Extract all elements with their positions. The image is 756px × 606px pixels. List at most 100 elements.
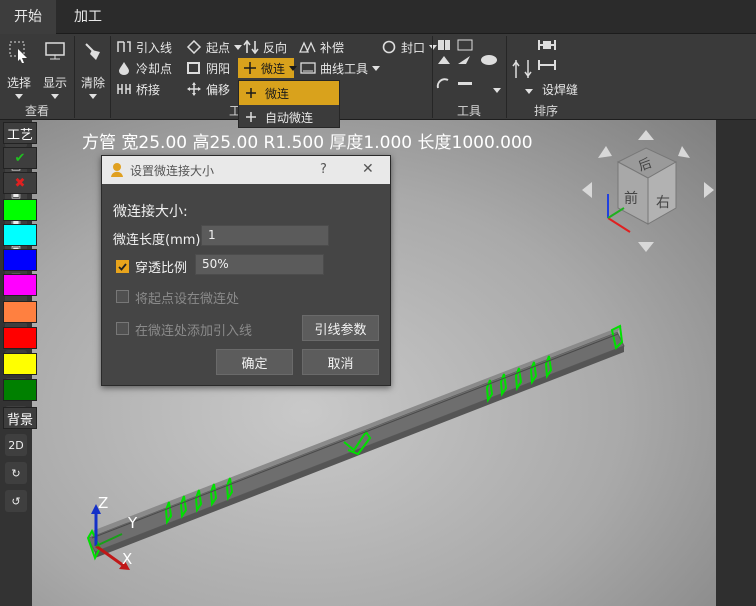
dialog-heading: 微连接大小: bbox=[113, 204, 188, 220]
menu-item-label: 微连 bbox=[265, 86, 290, 101]
menu-item-auto-micro-joint[interactable]: 自动微连 bbox=[239, 105, 339, 129]
bridge-label: 桥接 bbox=[136, 82, 161, 97]
close-icon[interactable]: ✖ bbox=[3, 172, 37, 194]
tab-start[interactable]: 开始 bbox=[0, 0, 56, 34]
axis-x-label: X bbox=[122, 550, 133, 568]
seal-button[interactable]: 封口 bbox=[381, 37, 438, 57]
app-icon bbox=[111, 163, 123, 177]
layer-panel bbox=[716, 120, 756, 606]
dialog-title-bar[interactable]: 设置微连接大小 ? ✕ bbox=[102, 156, 390, 184]
lead-line-button[interactable]: 引入线 bbox=[116, 37, 172, 57]
circle-icon bbox=[382, 40, 396, 54]
clear-dropdown-icon bbox=[89, 94, 97, 99]
rotate-ccw-icon[interactable]: ↺ bbox=[5, 490, 27, 512]
weld-seam-button[interactable]: 设焊缝 bbox=[542, 79, 578, 99]
view-2d-button[interactable]: 2D bbox=[5, 434, 27, 456]
sort-align-icon[interactable] bbox=[512, 58, 532, 82]
view-cube[interactable]: 后 前 右 bbox=[580, 128, 716, 254]
menu-item-label: 自动微连 bbox=[265, 110, 314, 125]
curve-tool-label: 曲线工具 bbox=[320, 61, 369, 76]
check-icon[interactable]: ✔ bbox=[3, 147, 37, 169]
start-point-label: 起点 bbox=[206, 40, 231, 55]
compensate-button[interactable]: 补偿 bbox=[298, 37, 344, 57]
start-at-joint-checkbox[interactable] bbox=[116, 290, 129, 303]
seal-label: 封口 bbox=[401, 40, 426, 55]
rotate-left-icon bbox=[582, 182, 592, 198]
ok-button[interactable]: 确定 bbox=[216, 349, 293, 375]
curve-tool-dropdown-icon bbox=[372, 65, 381, 71]
color-swatch[interactable] bbox=[3, 301, 37, 323]
process-button[interactable]: 工艺 bbox=[3, 122, 37, 144]
rotate-cw-icon[interactable]: ↻ bbox=[5, 462, 27, 484]
ribbon: 选择 显示 清除 引入线 冷却点 桥接 起点 阴阳 偏移 反向 微连 补偿 曲线… bbox=[0, 34, 756, 120]
penetration-input[interactable]: 50% bbox=[195, 254, 324, 275]
add-lead-label: 在微连处添加引入线 bbox=[135, 324, 253, 339]
rotate-down-icon bbox=[638, 242, 654, 252]
reverse-arrows-icon bbox=[243, 40, 259, 54]
help-button[interactable]: ? bbox=[320, 162, 327, 177]
close-button[interactable]: ✕ bbox=[362, 161, 374, 177]
part-info: 方管 宽25.00 高25.00 R1.500 厚度1.000 长度1000.0… bbox=[82, 133, 533, 153]
micro-joint-button[interactable]: 微连 bbox=[238, 58, 298, 78]
lead-params-button[interactable]: 引线参数 bbox=[302, 315, 379, 341]
auto-micro-joint-icon bbox=[246, 112, 256, 122]
view-cube-graphic bbox=[582, 130, 714, 252]
cancel-button[interactable]: 取消 bbox=[302, 349, 379, 375]
group-divider bbox=[110, 36, 111, 118]
micro-joint-menu: 微连 自动微连 bbox=[238, 80, 340, 128]
square-icon bbox=[187, 62, 200, 74]
clear-label: 清除 bbox=[80, 76, 105, 90]
rotate-up-icon bbox=[638, 130, 654, 140]
broom-icon bbox=[85, 43, 100, 60]
group-label-sort: 排序 bbox=[533, 104, 558, 118]
color-swatch[interactable] bbox=[3, 274, 37, 296]
axis-y-label: Y bbox=[128, 514, 138, 532]
micro-joint-dropdown-icon bbox=[289, 65, 298, 71]
water-drop-icon bbox=[119, 62, 129, 75]
weld-seam-label: 设焊缝 bbox=[542, 82, 579, 97]
length-label: 微连长度(mm) bbox=[113, 233, 201, 248]
add-lead-checkbox[interactable] bbox=[116, 322, 129, 335]
select-icon bbox=[9, 41, 27, 63]
penetration-checkbox[interactable] bbox=[116, 260, 129, 273]
select-label: 选择 bbox=[6, 76, 31, 90]
cooling-point-label: 冷却点 bbox=[136, 61, 173, 76]
offset-button[interactable]: 偏移 bbox=[186, 79, 230, 99]
group-label-tools: 工具 bbox=[456, 104, 481, 118]
color-swatch[interactable] bbox=[3, 224, 37, 246]
lead-line-label: 引入线 bbox=[136, 40, 173, 55]
start-point-dropdown-icon bbox=[234, 44, 243, 50]
rotate-right-icon bbox=[704, 182, 714, 198]
background-button[interactable]: 背景 bbox=[3, 407, 37, 429]
tab-processing[interactable]: 加工 bbox=[58, 0, 118, 34]
group-divider bbox=[74, 36, 75, 118]
color-swatch[interactable] bbox=[3, 199, 37, 221]
yin-yang-button[interactable]: 阴阳 bbox=[186, 58, 230, 78]
color-swatch[interactable] bbox=[3, 249, 37, 271]
select-button[interactable]: 选择 bbox=[4, 40, 34, 99]
clear-button[interactable]: 清除 bbox=[78, 40, 108, 99]
sort-dropdown-icon[interactable] bbox=[525, 89, 533, 94]
dialog-title: 设置微连接大小 bbox=[130, 163, 215, 178]
menu-item-micro-joint[interactable]: 微连 bbox=[239, 81, 339, 105]
tools-dropdown-icon[interactable] bbox=[493, 88, 501, 93]
curve-tool-button[interactable]: 曲线工具 bbox=[300, 58, 381, 78]
length-input[interactable]: 1 bbox=[201, 225, 329, 246]
bridge-button[interactable]: 桥接 bbox=[116, 79, 160, 99]
sort-icons[interactable] bbox=[536, 38, 558, 78]
cooling-point-button[interactable]: 冷却点 bbox=[116, 58, 172, 78]
start-point-button[interactable]: 起点 bbox=[186, 37, 243, 57]
view-cube-right-label: 右 bbox=[656, 195, 670, 211]
tool-icons bbox=[436, 39, 497, 89]
display-button[interactable]: 显示 bbox=[40, 40, 70, 99]
display-dropdown-icon bbox=[51, 94, 59, 99]
monitor-icon bbox=[45, 42, 65, 60]
color-swatch[interactable] bbox=[3, 327, 37, 349]
color-swatch[interactable] bbox=[3, 379, 37, 401]
color-swatch[interactable] bbox=[3, 353, 37, 375]
move-icon bbox=[187, 82, 201, 96]
group-label-view: 查看 bbox=[24, 104, 49, 118]
start-at-joint-label: 将起点设在微连处 bbox=[135, 292, 240, 307]
offset-label: 偏移 bbox=[206, 82, 231, 97]
reverse-button[interactable]: 反向 bbox=[243, 37, 287, 57]
